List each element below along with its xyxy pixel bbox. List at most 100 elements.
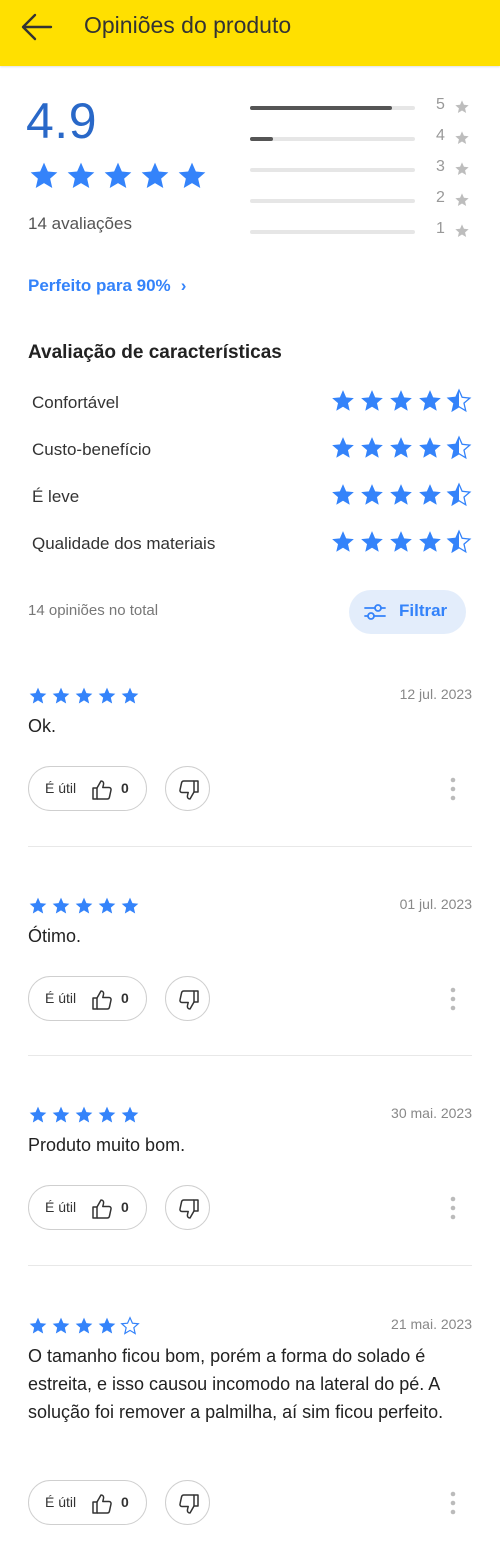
feature-stars bbox=[330, 388, 472, 414]
useful-count: 0 bbox=[121, 780, 129, 796]
not-useful-button[interactable] bbox=[165, 976, 210, 1021]
distribution-star-wrap bbox=[454, 99, 470, 120]
more-options-button[interactable] bbox=[446, 1195, 460, 1221]
useful-label: É útil bbox=[45, 1494, 77, 1510]
star-icon bbox=[332, 437, 354, 458]
useful-button[interactable]: É útil 0 bbox=[28, 1480, 147, 1525]
useful-button[interactable]: É útil 0 bbox=[28, 1185, 147, 1230]
star-icon bbox=[332, 531, 354, 552]
star-half-icon bbox=[446, 482, 472, 507]
star-icon bbox=[52, 1317, 70, 1334]
review-date: 30 mai. 2023 bbox=[391, 1105, 472, 1121]
top-bar: Opiniões do produto bbox=[0, 0, 500, 66]
distribution-star-wrap bbox=[454, 130, 470, 151]
thumbs-up-icon bbox=[92, 990, 112, 1010]
distribution-bar bbox=[250, 230, 415, 234]
feature-row: É leve bbox=[32, 482, 472, 512]
thumbs-up-icon bbox=[92, 1494, 112, 1514]
star-half-icon bbox=[446, 529, 472, 554]
thumbs-down-icon bbox=[179, 780, 199, 800]
not-useful-button[interactable] bbox=[165, 1185, 210, 1230]
star-icon bbox=[52, 1106, 70, 1123]
star-icon bbox=[52, 687, 70, 704]
useful-label: É útil bbox=[45, 990, 77, 1006]
distribution-row: 5 bbox=[250, 94, 475, 125]
average-stars bbox=[28, 160, 208, 192]
thumbs-down-icon bbox=[179, 1199, 199, 1219]
star-icon bbox=[332, 484, 354, 505]
star-icon bbox=[390, 437, 412, 458]
more-options-button[interactable] bbox=[446, 776, 460, 802]
star-icon bbox=[361, 437, 383, 458]
distribution-row: 1 bbox=[250, 218, 475, 249]
star-icon bbox=[98, 897, 116, 914]
star-icon bbox=[98, 687, 116, 704]
useful-button[interactable]: É útil 0 bbox=[28, 766, 147, 811]
perfect-fit-link[interactable]: Perfeito para 90% › bbox=[28, 276, 186, 296]
more-options-button[interactable] bbox=[446, 1490, 460, 1516]
star-outline-icon bbox=[120, 1316, 140, 1335]
not-useful-button[interactable] bbox=[165, 766, 210, 811]
feature-row: Confortável bbox=[32, 388, 472, 418]
thumbs-down-icon bbox=[179, 990, 199, 1010]
useful-count: 0 bbox=[121, 990, 129, 1006]
star-icon bbox=[75, 687, 93, 704]
page-title: Opiniões do produto bbox=[84, 12, 292, 38]
kebab-menu-icon bbox=[450, 1196, 456, 1220]
thumbs-up-wrap bbox=[90, 1197, 114, 1224]
back-button[interactable] bbox=[20, 10, 60, 46]
distribution-star-number: 5 bbox=[436, 96, 445, 113]
star-half-icon bbox=[446, 388, 472, 413]
star-icon bbox=[67, 162, 95, 188]
average-score: 4.9 bbox=[26, 93, 98, 149]
kebab-menu-icon bbox=[450, 987, 456, 1011]
filter-label: Filtrar bbox=[399, 601, 448, 620]
ratings-count: 14 avaliações bbox=[28, 214, 132, 233]
thumbs-up-icon bbox=[92, 1199, 112, 1219]
feature-label: Confortável bbox=[32, 393, 119, 412]
not-useful-button[interactable] bbox=[165, 1480, 210, 1525]
distribution-star-wrap bbox=[454, 192, 470, 213]
distribution-star-number: 3 bbox=[436, 158, 445, 175]
star-icon bbox=[29, 687, 47, 704]
star-icon bbox=[75, 897, 93, 914]
star-icon bbox=[121, 897, 139, 914]
thumbs-up-icon bbox=[92, 780, 112, 800]
star-icon bbox=[390, 390, 412, 411]
sliders-icon bbox=[364, 604, 386, 620]
thumbs-up-wrap bbox=[90, 1492, 114, 1519]
distribution-bar-fill bbox=[250, 137, 274, 141]
star-icon bbox=[75, 1106, 93, 1123]
star-icon bbox=[390, 484, 412, 505]
kebab-menu-icon bbox=[450, 777, 456, 801]
star-icon bbox=[121, 687, 139, 704]
distribution-row: 4 bbox=[250, 125, 475, 156]
star-icon bbox=[455, 224, 469, 237]
total-reviews: 14 opiniões no total bbox=[28, 602, 159, 619]
feature-row: Qualidade dos materiais bbox=[32, 529, 472, 559]
feature-label: Qualidade dos materiais bbox=[32, 534, 216, 553]
feature-stars bbox=[330, 529, 472, 555]
star-icon bbox=[121, 1106, 139, 1123]
feature-label: É leve bbox=[32, 487, 80, 506]
star-icon bbox=[30, 162, 58, 188]
star-icon bbox=[419, 484, 441, 505]
distribution-bar bbox=[250, 106, 415, 110]
distribution-bar bbox=[250, 168, 415, 172]
review-date: 01 jul. 2023 bbox=[399, 896, 472, 912]
chevron-right-icon: › bbox=[180, 276, 187, 295]
useful-count: 0 bbox=[121, 1494, 129, 1510]
review-divider bbox=[28, 846, 472, 847]
rating-distribution: 5 4 3 2 1 bbox=[250, 94, 475, 249]
star-icon bbox=[104, 162, 132, 188]
review-actions: É útil 0 bbox=[28, 1480, 472, 1526]
distribution-star-number: 2 bbox=[436, 189, 445, 206]
star-icon bbox=[361, 531, 383, 552]
filter-button[interactable]: Filtrar bbox=[349, 590, 466, 634]
thumbs-up-wrap bbox=[90, 988, 114, 1015]
feature-label: Custo-benefício bbox=[32, 440, 152, 459]
more-options-button[interactable] bbox=[446, 986, 460, 1012]
useful-button[interactable]: É útil 0 bbox=[28, 976, 147, 1021]
distribution-star-number: 1 bbox=[436, 220, 445, 237]
review-actions: É útil 0 bbox=[28, 976, 472, 1022]
